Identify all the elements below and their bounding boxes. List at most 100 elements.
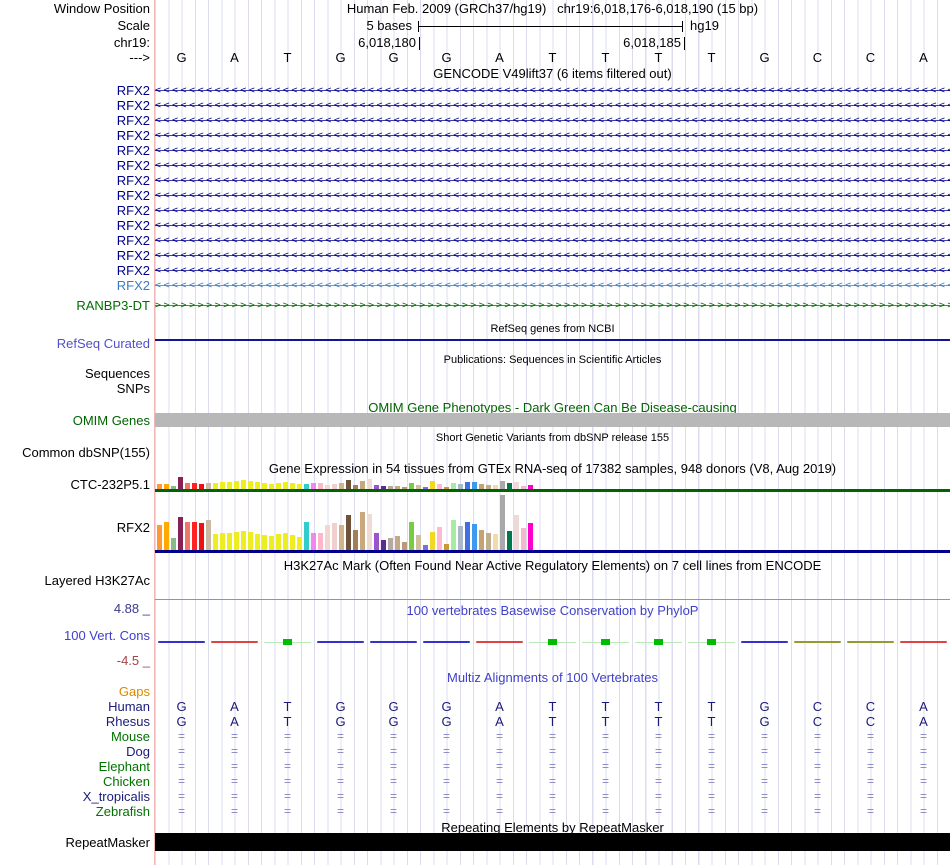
dbsnp-track-title[interactable]: Short Genetic Variants from dbSNP releas… [155, 431, 950, 446]
gtex-gene2-label[interactable]: RFX2 [0, 520, 150, 535]
gtex-tissue-bar[interactable] [465, 522, 470, 550]
gtex-track-title[interactable]: Gene Expression in 54 tissues from GTEx … [155, 461, 950, 476]
gtex-tissue-bar[interactable] [402, 542, 407, 550]
gencode-track-title[interactable]: GENCODE V49lift37 (6 items filtered out) [155, 66, 950, 81]
gtex-tissue-bar[interactable] [388, 538, 393, 550]
gtex-barchart-ctc232p51[interactable] [157, 477, 533, 489]
gene-label-rfx2[interactable]: RFX2 [0, 248, 150, 263]
gtex-tissue-bar[interactable] [241, 531, 246, 550]
gtex-tissue-bar[interactable] [234, 481, 239, 489]
gtex-gene1-label[interactable]: CTC-232P5.1 [0, 477, 150, 492]
gene-transcript-rfx2[interactable]: <<<<<<<<<<<<<<<<<<<<<<<<<<<<<<<<<<<<<<<<… [155, 83, 950, 98]
multiz-species-label-rhesus[interactable]: Rhesus [0, 714, 150, 729]
omim-genes-label[interactable]: OMIM Genes [0, 413, 150, 428]
multiz-species-label-human[interactable]: Human [0, 699, 150, 714]
gtex-tissue-bar[interactable] [171, 538, 176, 550]
gene-label-rfx2[interactable]: RFX2 [0, 158, 150, 173]
gtex-tissue-bar[interactable] [178, 517, 183, 550]
gtex-tissue-bar[interactable] [514, 515, 519, 550]
gene-label-ranbp3-dt[interactable]: RANBP3-DT [0, 298, 150, 313]
gtex-tissue-bar[interactable] [248, 481, 253, 489]
gtex-tissue-bar[interactable] [297, 537, 302, 550]
gtex-tissue-bar[interactable] [521, 528, 526, 550]
gtex-tissue-bar[interactable] [255, 534, 260, 550]
gene-label-rfx2[interactable]: RFX2 [0, 218, 150, 233]
gtex-tissue-bar[interactable] [479, 530, 484, 550]
gene-transcript-rfx2[interactable]: <<<<<<<<<<<<<<<<<<<<<<<<<<<<<<<<<<<<<<<<… [155, 278, 950, 293]
gtex-tissue-bar[interactable] [360, 512, 365, 550]
h3k27ac-track-title[interactable]: H3K27Ac Mark (Often Found Near Active Re… [155, 558, 950, 573]
gtex-tissue-bar[interactable] [213, 534, 218, 550]
gene-transcript-rfx2[interactable]: <<<<<<<<<<<<<<<<<<<<<<<<<<<<<<<<<<<<<<<<… [155, 188, 950, 203]
layered-h3k27ac-label[interactable]: Layered H3K27Ac [0, 573, 150, 588]
gtex-tissue-bar[interactable] [472, 524, 477, 550]
gene-label-rfx2[interactable]: RFX2 [0, 143, 150, 158]
refseq-track-title[interactable]: RefSeq genes from NCBI [155, 322, 950, 337]
gtex-tissue-bar[interactable] [472, 482, 477, 489]
gene-transcript-rfx2[interactable]: <<<<<<<<<<<<<<<<<<<<<<<<<<<<<<<<<<<<<<<<… [155, 98, 950, 113]
gtex-tissue-bar[interactable] [437, 527, 442, 550]
gtex-barchart-rfx2[interactable] [157, 495, 533, 550]
gtex-tissue-bar[interactable] [164, 522, 169, 550]
gene-transcript-rfx2[interactable]: <<<<<<<<<<<<<<<<<<<<<<<<<<<<<<<<<<<<<<<<… [155, 113, 950, 128]
gtex-tissue-bar[interactable] [304, 522, 309, 550]
gene-transcript-rfx2[interactable]: <<<<<<<<<<<<<<<<<<<<<<<<<<<<<<<<<<<<<<<<… [155, 203, 950, 218]
gtex-tissue-bar[interactable] [199, 523, 204, 550]
gtex-tissue-bar[interactable] [283, 482, 288, 489]
gene-label-rfx2[interactable]: RFX2 [0, 278, 150, 293]
gtex-tissue-bar[interactable] [318, 533, 323, 550]
gtex-tissue-bar[interactable] [241, 480, 246, 489]
strand-direction-label[interactable]: ---> [0, 50, 150, 65]
gene-label-rfx2[interactable]: RFX2 [0, 83, 150, 98]
gtex-tissue-bar[interactable] [486, 533, 491, 550]
gene-transcript-rfx2[interactable]: <<<<<<<<<<<<<<<<<<<<<<<<<<<<<<<<<<<<<<<<… [155, 233, 950, 248]
gtex-tissue-bar[interactable] [528, 523, 533, 550]
repeatmasker-element-bar[interactable] [155, 833, 950, 851]
repeatmasker-label[interactable]: RepeatMasker [0, 835, 150, 850]
gtex-tissue-bar[interactable] [360, 481, 365, 489]
gtex-tissue-bar[interactable] [409, 522, 414, 550]
gtex-tissue-bar[interactable] [367, 514, 372, 550]
gtex-tissue-bar[interactable] [290, 535, 295, 550]
gtex-tissue-bar[interactable] [451, 520, 456, 550]
gtex-tissue-bar[interactable] [325, 525, 330, 550]
phylop-wiggle-plot[interactable] [155, 637, 950, 647]
gene-label-rfx2[interactable]: RFX2 [0, 113, 150, 128]
gtex-tissue-bar[interactable] [283, 533, 288, 550]
gtex-tissue-bar[interactable] [416, 535, 421, 550]
gtex-tissue-bar[interactable] [500, 481, 505, 489]
omim-gene-bar[interactable] [155, 413, 950, 427]
gtex-tissue-bar[interactable] [514, 482, 519, 489]
gene-transcript-rfx2[interactable]: <<<<<<<<<<<<<<<<<<<<<<<<<<<<<<<<<<<<<<<<… [155, 143, 950, 158]
gtex-tissue-bar[interactable] [269, 536, 274, 550]
gtex-tissue-bar[interactable] [276, 534, 281, 550]
gtex-tissue-bar[interactable] [206, 520, 211, 550]
gtex-tissue-bar[interactable] [353, 530, 358, 550]
gene-label-rfx2[interactable]: RFX2 [0, 188, 150, 203]
gene-transcript-rfx2[interactable]: <<<<<<<<<<<<<<<<<<<<<<<<<<<<<<<<<<<<<<<<… [155, 128, 950, 143]
gene-label-rfx2[interactable]: RFX2 [0, 128, 150, 143]
gtex-tissue-bar[interactable] [185, 522, 190, 550]
multiz-species-label-chicken[interactable]: Chicken [0, 774, 150, 789]
common-dbsnp-label[interactable]: Common dbSNP(155) [0, 445, 150, 460]
sequences-label[interactable]: Sequences [0, 366, 150, 381]
multiz-species-label-zebrafish[interactable]: Zebrafish [0, 804, 150, 819]
multiz-species-label-dog[interactable]: Dog [0, 744, 150, 759]
gene-label-rfx2[interactable]: RFX2 [0, 263, 150, 278]
gtex-tissue-bar[interactable] [220, 533, 225, 550]
gene-label-rfx2[interactable]: RFX2 [0, 173, 150, 188]
refseq-curated-label[interactable]: RefSeq Curated [0, 336, 150, 351]
gene-transcript-rfx2[interactable]: <<<<<<<<<<<<<<<<<<<<<<<<<<<<<<<<<<<<<<<<… [155, 218, 950, 233]
gtex-tissue-bar[interactable] [346, 515, 351, 550]
gene-transcript-rfx2[interactable]: <<<<<<<<<<<<<<<<<<<<<<<<<<<<<<<<<<<<<<<<… [155, 263, 950, 278]
gtex-tissue-bar[interactable] [430, 481, 435, 489]
gtex-tissue-bar[interactable] [332, 523, 337, 550]
gtex-tissue-bar[interactable] [458, 526, 463, 550]
gene-label-rfx2[interactable]: RFX2 [0, 98, 150, 113]
gtex-tissue-bar[interactable] [178, 477, 183, 489]
gtex-tissue-bar[interactable] [227, 482, 232, 489]
gtex-tissue-bar[interactable] [339, 525, 344, 550]
gene-transcript-rfx2[interactable]: <<<<<<<<<<<<<<<<<<<<<<<<<<<<<<<<<<<<<<<<… [155, 248, 950, 263]
multiz-species-label-mouse[interactable]: Mouse [0, 729, 150, 744]
gtex-tissue-bar[interactable] [374, 533, 379, 550]
